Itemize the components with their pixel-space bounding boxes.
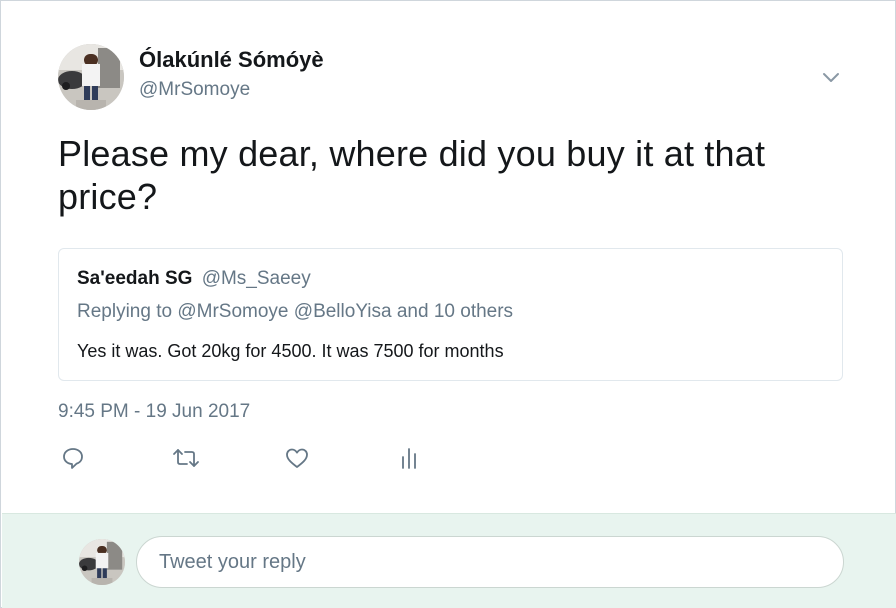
retweet-button[interactable] xyxy=(171,445,201,471)
tweet-actions xyxy=(58,445,458,471)
chevron-down-icon[interactable] xyxy=(819,67,843,89)
avatar-photo xyxy=(58,44,124,110)
replying-to-handle-belloyisa[interactable]: @BelloYisa xyxy=(294,301,392,322)
speech-bubble-icon xyxy=(63,448,83,469)
author-name[interactable]: Ólakúnlé Sómóyè xyxy=(139,47,324,73)
replying-to-handle-mrsomoye[interactable]: @MrSomoye xyxy=(177,301,288,322)
tweet-text: Please my dear, where did you buy it at … xyxy=(58,133,766,217)
author-avatar[interactable] xyxy=(58,44,124,110)
current-user-avatar[interactable] xyxy=(79,539,125,585)
tweet-card: Ólakúnlé Sómóyè @MrSomoye Please my dear… xyxy=(0,0,896,608)
quoted-author-handle: @Ms_Saeey xyxy=(201,268,311,289)
reply-input[interactable] xyxy=(136,536,844,588)
avatar-photo xyxy=(79,539,125,585)
reply-button[interactable] xyxy=(58,445,88,471)
retweet-icon xyxy=(173,449,199,467)
heart-icon xyxy=(286,448,308,468)
quoted-tweet-text: Yes it was. Got 20kg for 4500. It was 75… xyxy=(77,341,504,361)
tweet-timestamp[interactable]: 9:45 PM - 19 Jun 2017 xyxy=(58,401,250,423)
quoted-tweet-header: Sa'eedah SG @Ms_Saeey xyxy=(77,268,311,290)
analytics-button[interactable] xyxy=(394,445,424,471)
replying-to-line: Replying to @MrSomoye @BelloYisa and 10 … xyxy=(77,301,513,323)
quoted-tweet[interactable]: Sa'eedah SG @Ms_Saeey Replying to @MrSom… xyxy=(58,248,843,381)
reply-bar xyxy=(2,513,896,608)
replying-to-prefix: Replying to xyxy=(77,301,173,322)
bar-chart-icon xyxy=(402,448,416,469)
like-button[interactable] xyxy=(282,445,312,471)
quoted-author-name: Sa'eedah SG xyxy=(77,268,193,289)
author-handle[interactable]: @MrSomoye xyxy=(139,79,250,101)
replying-to-others[interactable]: and 10 others xyxy=(397,301,513,322)
